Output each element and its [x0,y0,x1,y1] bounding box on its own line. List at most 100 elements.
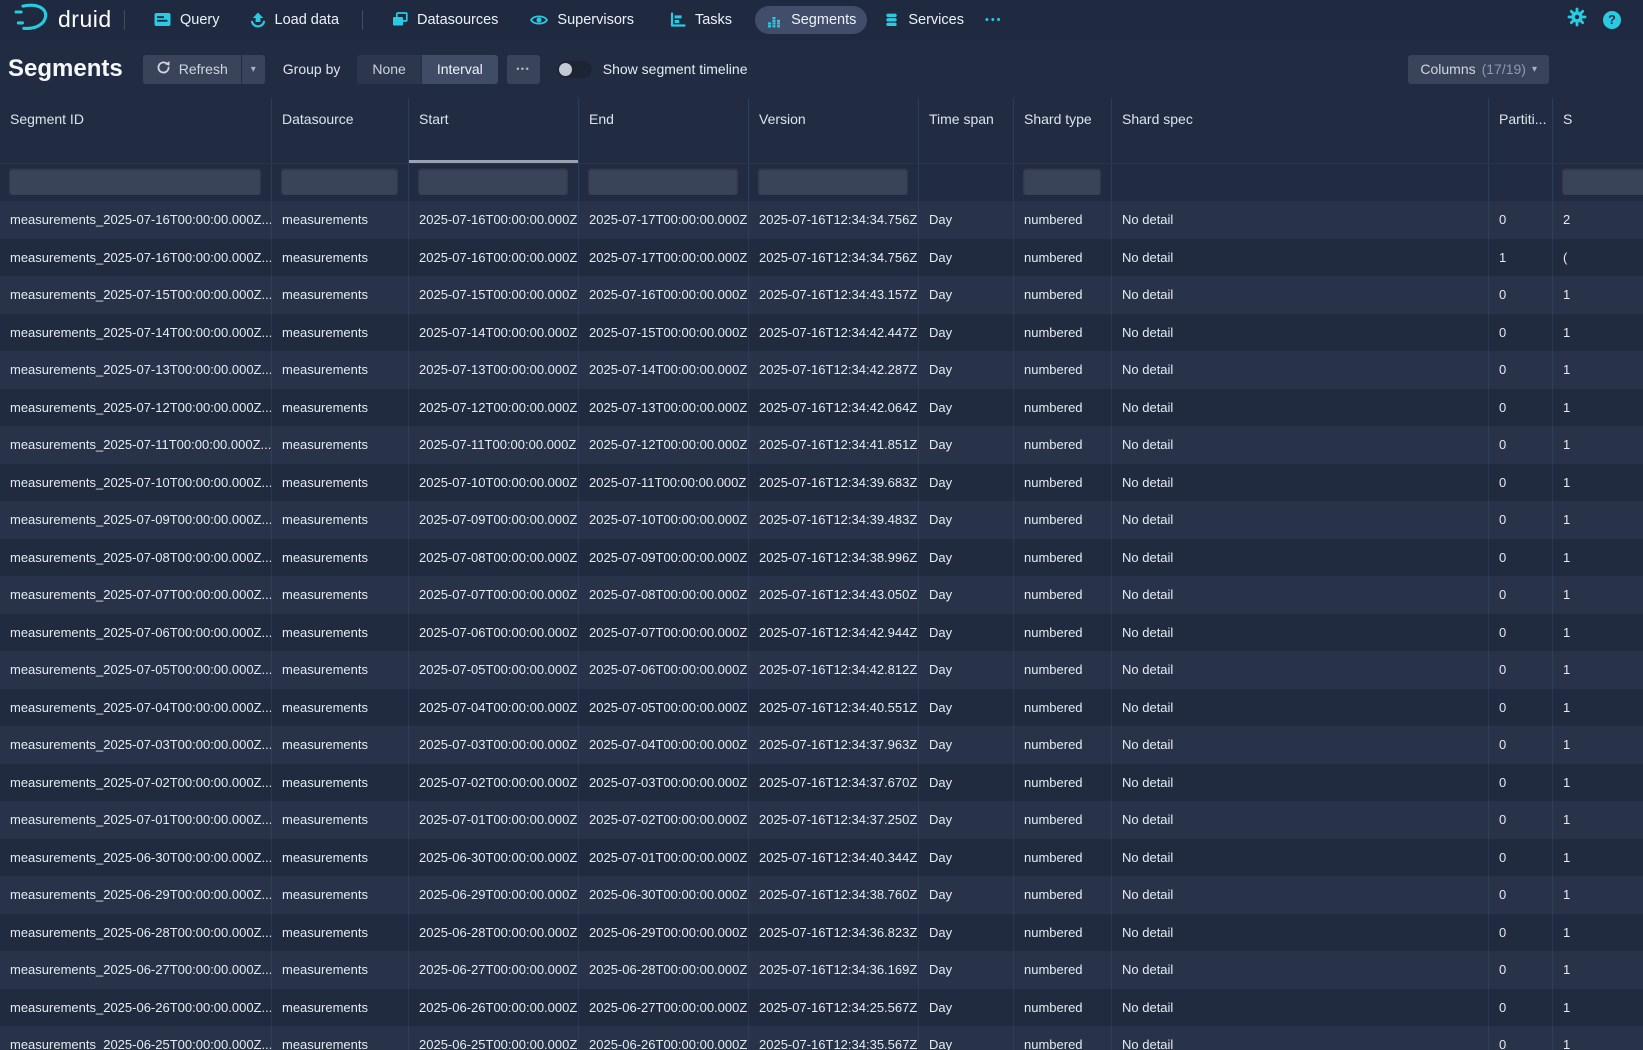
nav-item-supervisors[interactable]: Supervisors [519,6,645,34]
cell-shard_spec: No detail [1112,726,1489,764]
table-row[interactable]: measurements_2025-07-09T00:00:00.000Z...… [0,501,1643,539]
cell-partition: 0 [1489,276,1553,314]
table-row[interactable]: measurements_2025-07-02T00:00:00.000Z...… [0,764,1643,802]
table-row[interactable]: measurements_2025-07-16T00:00:00.000Z...… [0,239,1643,277]
nav-item-datasources[interactable]: Datasources [381,6,509,34]
column-header-label: Datasource [282,111,354,127]
table-row[interactable]: measurements_2025-07-12T00:00:00.000Z...… [0,389,1643,427]
cell-shard_type: numbered [1014,464,1112,502]
table-row[interactable]: measurements_2025-06-28T00:00:00.000Z...… [0,914,1643,952]
table-row[interactable]: measurements_2025-07-05T00:00:00.000Z...… [0,651,1643,689]
table-row[interactable]: measurements_2025-06-26T00:00:00.000Z...… [0,989,1643,1027]
column-header-shard_spec[interactable]: Shard spec [1112,98,1489,163]
refresh-button[interactable]: Refresh [143,55,241,84]
cell-version: 2025-07-16T12:34:36.823Z [749,914,919,952]
chevron-down-icon: ▾ [1532,64,1537,75]
table-row[interactable]: measurements_2025-07-03T00:00:00.000Z...… [0,726,1643,764]
cell-segment_id: measurements_2025-07-04T00:00:00.000Z... [0,689,272,727]
column-header-datasource[interactable]: Datasource [272,98,409,163]
column-header-version[interactable]: Version [749,98,919,163]
cell-size: 1 [1553,764,1643,802]
table-row[interactable]: measurements_2025-07-01T00:00:00.000Z...… [0,801,1643,839]
filter-input-datasource[interactable] [281,168,398,195]
cell-size: 1 [1553,1026,1643,1050]
cell-shard_type: numbered [1014,576,1112,614]
toolbar-more-button[interactable]: ••• [507,55,540,84]
filter-input-version[interactable] [758,168,908,195]
table-row[interactable]: measurements_2025-07-08T00:00:00.000Z...… [0,539,1643,577]
cell-time_span: Day [919,914,1014,952]
cell-partition: 0 [1489,389,1553,427]
timeline-toggle[interactable] [557,61,592,78]
cell-shard_spec: No detail [1112,989,1489,1027]
cell-size: 1 [1553,876,1643,914]
nav-item-tasks[interactable]: Tasks [659,6,743,34]
table-row[interactable]: measurements_2025-06-30T00:00:00.000Z...… [0,839,1643,877]
filter-input-size[interactable] [1562,168,1643,195]
cell-partition: 0 [1489,801,1553,839]
table-filter-row [0,163,1643,201]
cell-segment_id: measurements_2025-07-02T00:00:00.000Z... [0,764,272,802]
column-header-end[interactable]: End [579,98,749,163]
nav-item-label: Load data [275,12,340,28]
cell-size: ( [1553,239,1643,277]
table-row[interactable]: measurements_2025-07-07T00:00:00.000Z...… [0,576,1643,614]
cell-size: 1 [1553,501,1643,539]
filter-input-segment_id[interactable] [9,168,261,195]
cell-version: 2025-07-16T12:34:42.812Z [749,651,919,689]
cell-version: 2025-07-16T12:34:41.851Z [749,426,919,464]
settings-button[interactable] [1567,7,1587,32]
cell-version: 2025-07-16T12:34:40.551Z [749,689,919,727]
column-header-time_span[interactable]: Time span [919,98,1014,163]
nav-item-query[interactable]: Query [143,6,231,34]
table-row[interactable]: measurements_2025-07-15T00:00:00.000Z...… [0,276,1643,314]
table-row[interactable]: measurements_2025-06-27T00:00:00.000Z...… [0,951,1643,989]
druid-logo[interactable]: druid [0,1,112,38]
cell-start: 2025-06-28T00:00:00.000Z [409,914,579,952]
cell-version: 2025-07-16T12:34:42.064Z [749,389,919,427]
cell-size: 1 [1553,914,1643,952]
table-row[interactable]: measurements_2025-06-25T00:00:00.000Z...… [0,1026,1643,1050]
cell-version: 2025-07-16T12:34:37.250Z [749,801,919,839]
cell-start: 2025-07-07T00:00:00.000Z [409,576,579,614]
cell-end: 2025-07-05T00:00:00.000Z [579,689,749,727]
nav-item-load-data[interactable]: Load data [239,6,351,34]
table-row[interactable]: measurements_2025-06-29T00:00:00.000Z...… [0,876,1643,914]
filter-input-end[interactable] [588,168,738,195]
group-by-interval-button[interactable]: Interval [421,55,498,84]
columns-button[interactable]: Columns (17/19) ▾ [1408,55,1549,84]
column-header-size[interactable]: S [1553,98,1643,163]
table-row[interactable]: measurements_2025-07-11T00:00:00.000Z...… [0,426,1643,464]
cell-start: 2025-07-16T00:00:00.000Z [409,201,579,239]
group-by-none-button[interactable]: None [357,55,420,84]
nav-item-segments[interactable]: Segments [755,6,867,34]
table-row[interactable]: measurements_2025-07-06T00:00:00.000Z...… [0,614,1643,652]
cell-size: 1 [1553,389,1643,427]
table-row[interactable]: measurements_2025-07-16T00:00:00.000Z...… [0,201,1643,239]
cell-time_span: Day [919,351,1014,389]
column-header-segment_id[interactable]: Segment ID [0,98,272,163]
timeline-toggle-label: Show segment timeline [603,61,748,77]
refresh-dropdown-button[interactable]: ▾ [241,55,265,84]
table-row[interactable]: measurements_2025-07-10T00:00:00.000Z...… [0,464,1643,502]
gear-icon [1567,14,1587,31]
table-row[interactable]: measurements_2025-07-14T00:00:00.000Z...… [0,314,1643,352]
cell-datasource: measurements [272,651,409,689]
cell-shard_spec: No detail [1112,914,1489,952]
table-row[interactable]: measurements_2025-07-13T00:00:00.000Z...… [0,351,1643,389]
nav-item-services[interactable]: Services [873,6,975,34]
help-button[interactable]: ? [1603,11,1621,29]
table-row[interactable]: measurements_2025-07-04T00:00:00.000Z...… [0,689,1643,727]
cell-version: 2025-07-16T12:34:42.447Z [749,314,919,352]
cell-shard_type: numbered [1014,201,1112,239]
cell-shard_type: numbered [1014,651,1112,689]
query-icon [154,12,171,27]
nav-more-button[interactable]: ••• [975,14,1013,26]
filter-input-start[interactable] [418,168,568,195]
column-header-start[interactable]: Start [409,98,579,163]
column-header-shard_type[interactable]: Shard type [1014,98,1112,163]
column-header-partition[interactable]: Partiti... [1489,98,1553,163]
cell-size: 2 [1553,201,1643,239]
cell-datasource: measurements [272,726,409,764]
filter-input-shard_type[interactable] [1023,168,1101,195]
